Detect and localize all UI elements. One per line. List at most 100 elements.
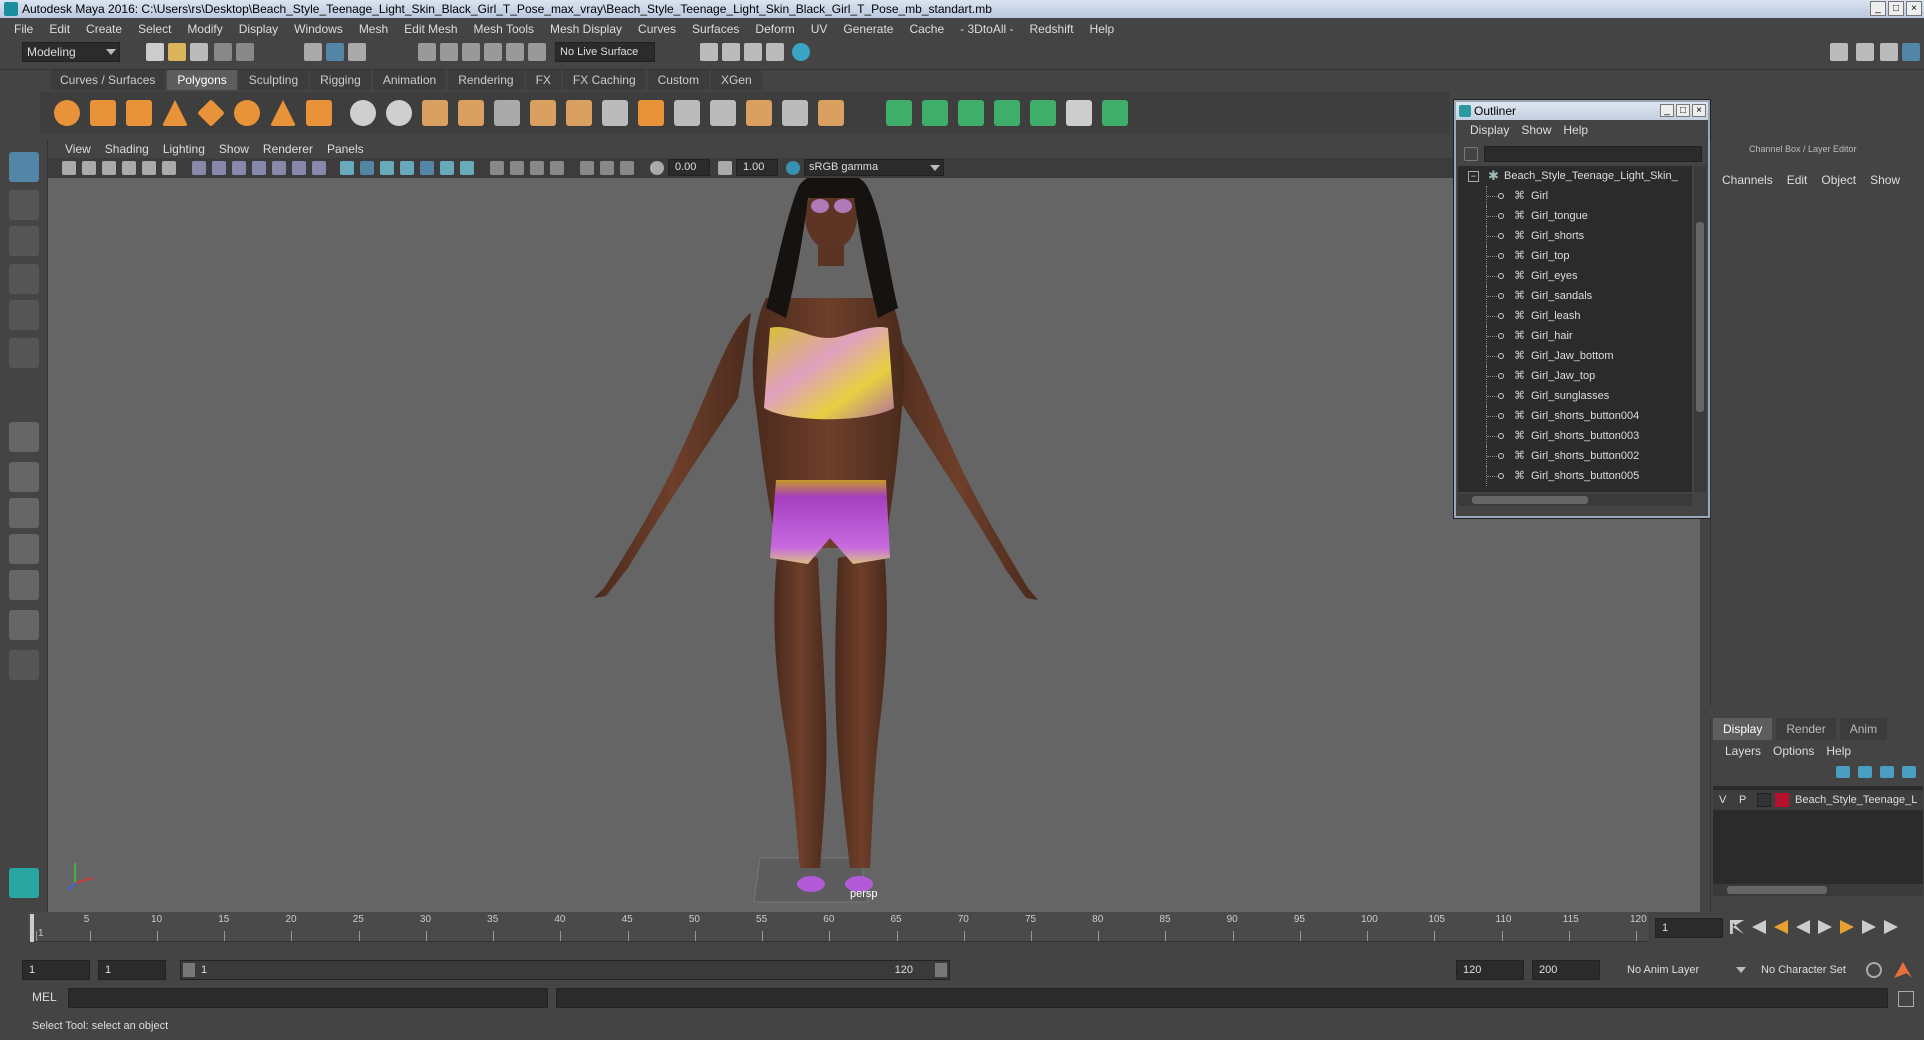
command-input[interactable] (68, 988, 548, 1008)
select-tool-icon[interactable] (9, 152, 39, 182)
layer-tab-display[interactable]: Display (1713, 718, 1773, 740)
play-forwards-icon[interactable] (1818, 920, 1832, 934)
animation-start-field[interactable]: 1 (22, 960, 90, 980)
append-polygon-icon[interactable] (638, 100, 664, 126)
wireframe-icon[interactable] (340, 161, 354, 175)
outliner-item-girl-shorts[interactable]: ⌘ Girl_shorts (1458, 226, 1692, 246)
outliner-item-girl-tongue[interactable]: ⌘ Girl_tongue (1458, 206, 1692, 226)
step-back-key-icon[interactable] (1752, 920, 1766, 934)
insert-edge-loop-icon[interactable] (710, 100, 736, 126)
tab-animation[interactable]: Animation (372, 70, 447, 90)
xray-joints-icon[interactable] (600, 161, 614, 175)
panel-menu-view[interactable]: View (58, 142, 98, 156)
menu-edit-mesh[interactable]: Edit Mesh (396, 22, 465, 36)
layer-menu-help[interactable]: Help (1820, 744, 1857, 758)
move-tool-icon[interactable] (9, 264, 39, 294)
smooth-shade-icon[interactable] (360, 161, 374, 175)
resolution-gate-icon[interactable] (232, 161, 246, 175)
menu-select[interactable]: Select (130, 22, 179, 36)
mirror-icon[interactable] (422, 100, 448, 126)
outliner-menu-help[interactable]: Help (1557, 123, 1594, 137)
cylindrical-mapping-icon[interactable] (922, 100, 948, 126)
outliner-title-bar[interactable]: Outliner _ □ × (1456, 102, 1708, 120)
range-handle-end[interactable] (935, 963, 947, 977)
outliner-item-girl-jaw-bottom[interactable]: ⌘ Girl_Jaw_bottom (1458, 346, 1692, 366)
color-management-icon[interactable] (786, 161, 800, 175)
cb-menu-show[interactable]: Show (1863, 173, 1907, 187)
layer-visibility-toggle[interactable]: V (1719, 790, 1726, 810)
menu-redshift[interactable]: Redshift (1022, 22, 1082, 36)
menu-create[interactable]: Create (78, 22, 130, 36)
layer-tab-render[interactable]: Render (1776, 718, 1836, 740)
step-forward-frame-icon[interactable] (1840, 920, 1854, 934)
outliner-item-girl-shorts-button005[interactable]: ⌘ Girl_shorts_button005 (1458, 466, 1692, 486)
extrude-icon[interactable] (530, 100, 556, 126)
collapse-toggle-icon[interactable]: − (1468, 171, 1479, 182)
snap-curve-icon[interactable] (440, 43, 458, 61)
isolate-select-icon[interactable] (550, 161, 564, 175)
range-handle-start[interactable] (183, 963, 195, 977)
outliner-vscroll-thumb[interactable] (1696, 222, 1704, 412)
scale-tool-icon[interactable] (9, 338, 39, 368)
script-editor-icon[interactable] (1898, 991, 1914, 1007)
live-surface-field[interactable]: No Live Surface (555, 42, 655, 62)
render-settings-icon[interactable] (766, 43, 784, 61)
perspective-viewport[interactable]: persp (48, 178, 1700, 912)
select-hierarchy-icon[interactable] (304, 43, 322, 61)
safe-title-icon[interactable] (312, 161, 326, 175)
menu-modify[interactable]: Modify (179, 22, 230, 36)
open-scene-icon[interactable] (168, 43, 186, 61)
outliner-maximize-button[interactable]: □ (1676, 104, 1690, 117)
cb-menu-edit[interactable]: Edit (1780, 173, 1815, 187)
anim-layer-dropdown[interactable]: No Anim Layer (1622, 960, 1750, 980)
menu-generate[interactable]: Generate (835, 22, 901, 36)
current-frame-field[interactable]: 1 (1655, 918, 1723, 938)
hypershade-icon[interactable] (792, 43, 810, 61)
offset-edge-loop-icon[interactable] (746, 100, 772, 126)
gate-mask-icon[interactable] (252, 161, 266, 175)
redo-icon[interactable] (236, 43, 254, 61)
outliner-search-input[interactable] (1484, 146, 1702, 162)
custom-layout-icon[interactable] (9, 610, 39, 640)
layer-color-swatch[interactable] (1775, 793, 1789, 807)
gamma-field[interactable]: 1.00 (736, 159, 778, 176)
outliner-item-girl-shorts-button004[interactable]: ⌘ Girl_shorts_button004 (1458, 406, 1692, 426)
camera-select-icon[interactable] (62, 161, 76, 175)
smooth-icon[interactable] (458, 100, 484, 126)
bridge-icon[interactable] (566, 100, 592, 126)
move-layer-down-icon[interactable] (1858, 766, 1872, 778)
animation-end-field[interactable]: 200 (1532, 960, 1600, 980)
outliner-menu-display[interactable]: Display (1464, 123, 1515, 137)
tab-sculpting[interactable]: Sculpting (238, 70, 309, 90)
use-all-lights-icon[interactable] (420, 161, 434, 175)
outliner-filter-icon[interactable] (1464, 147, 1478, 161)
depth-of-field-icon[interactable] (530, 161, 544, 175)
menu-curves[interactable]: Curves (630, 22, 684, 36)
outliner-vertical-scrollbar[interactable] (1694, 166, 1706, 492)
close-button[interactable]: × (1906, 1, 1922, 16)
two-d-pan-icon[interactable] (142, 161, 156, 175)
tab-polygons[interactable]: Polygons (167, 70, 237, 90)
layer-hscrollbar[interactable] (1713, 884, 1923, 896)
new-empty-layer-icon[interactable] (1880, 766, 1894, 778)
toolbox-options-icon[interactable] (9, 650, 39, 680)
spherical-mapping-icon[interactable] (958, 100, 984, 126)
wireframe-on-shaded-icon[interactable] (380, 161, 394, 175)
playback-end-field[interactable]: 120 (1456, 960, 1524, 980)
anti-aliasing-icon[interactable] (510, 161, 524, 175)
play-backwards-icon[interactable] (1796, 920, 1810, 934)
poly-pipe-icon[interactable] (306, 100, 332, 126)
modeling-toolkit-icon[interactable] (1830, 43, 1848, 61)
undo-icon[interactable] (214, 43, 232, 61)
outliner-item-girl-sandals[interactable]: ⌘ Girl_sandals (1458, 286, 1692, 306)
outliner-close-button[interactable]: × (1692, 104, 1706, 117)
image-plane-icon[interactable] (122, 161, 136, 175)
rotate-tool-icon[interactable] (9, 300, 39, 330)
outliner-item-girl-eyes[interactable]: ⌘ Girl_eyes (1458, 266, 1692, 286)
tab-custom[interactable]: Custom (647, 70, 709, 90)
menu-deform[interactable]: Deform (747, 22, 802, 36)
poly-cube-icon[interactable] (90, 100, 116, 126)
snap-view-icon[interactable] (484, 43, 502, 61)
persp-outliner-layout-icon[interactable] (9, 498, 39, 528)
outliner-item-girl-shorts-button002[interactable]: ⌘ Girl_shorts_button002 (1458, 446, 1692, 466)
